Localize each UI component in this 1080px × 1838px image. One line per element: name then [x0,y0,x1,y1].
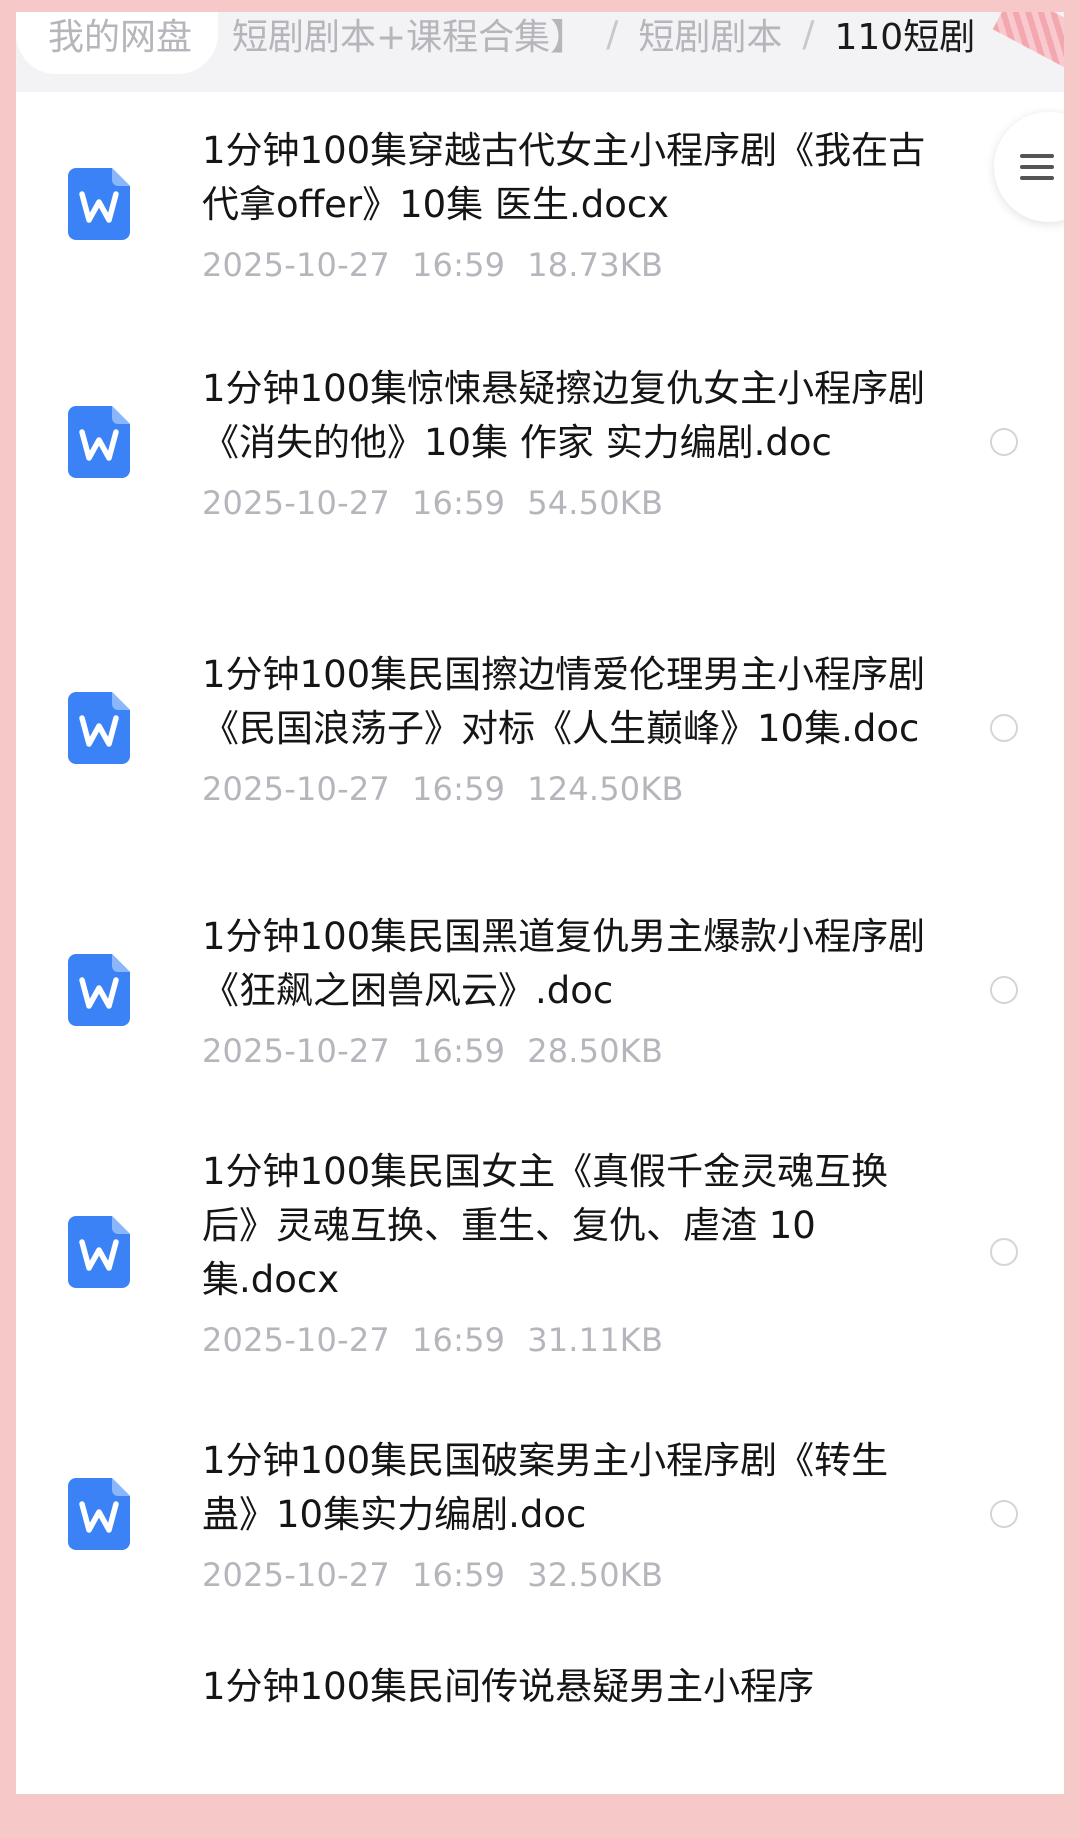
file-info: 1分钟100集民国女主《真假千金灵魂互换后》灵魂互换、重生、复仇、虐渣 10集.… [202,1145,942,1359]
app-frame: 我的网盘 短剧剧本+课程合集】 / 短剧剧本 / 110短剧 1分钟100集穿越… [16,12,1064,1794]
word-doc-icon [68,692,130,764]
breadcrumb-root[interactable]: 我的网盘 [16,12,219,74]
word-doc-icon [68,168,130,240]
file-size: 28.50KB [527,1032,664,1070]
file-time: 16:59 [411,484,506,522]
file-meta: 2025-10-27 16:59 32.50KB [202,1556,942,1594]
file-meta: 2025-10-27 16:59 124.50KB [202,770,942,808]
tape-decoration [992,12,1064,70]
file-date: 2025-10-27 [202,770,390,808]
file-info: 1分钟100集惊悚悬疑擦边复仇女主小程序剧《消失的他》10集 作家 实力编剧.d… [202,362,942,522]
file-info: 1分钟100集穿越古代女主小程序剧《我在古代拿offer》10集 医生.docx… [202,124,942,284]
file-meta: 2025-10-27 16:59 18.73KB [202,246,942,284]
file-meta: 2025-10-27 16:59 31.11KB [202,1321,942,1359]
radio-circle-icon[interactable] [990,1500,1018,1528]
radio-circle-icon[interactable] [990,714,1018,742]
file-meta: 2025-10-27 16:59 28.50KB [202,1032,942,1070]
file-info: 1分钟100集民国擦边情爱伦理男主小程序剧《民国浪荡子》对标《人生巅峰》10集.… [202,648,942,808]
breadcrumb-level1[interactable]: 短剧剧本+课程合集】 [218,12,600,60]
file-info: 1分钟100集民国黑道复仇男主爆款小程序剧《狂飙之困兽风云》.doc 2025-… [202,910,942,1070]
breadcrumb-level2[interactable]: 短剧剧本 [624,12,796,60]
file-info: 1分钟100集民国破案男主小程序剧《转生蛊》10集实力编剧.doc 2025-1… [202,1434,942,1594]
file-row[interactable]: 1分钟100集穿越古代女主小程序剧《我在古代拿offer》10集 医生.docx… [16,108,1064,300]
file-list: 1分钟100集穿越古代女主小程序剧《我在古代拿offer》10集 医生.docx… [16,108,1064,1772]
file-row[interactable]: 1分钟100集民国女主《真假千金灵魂互换后》灵魂互换、重生、复仇、虐渣 10集.… [16,1108,1064,1396]
file-date: 2025-10-27 [202,1321,390,1359]
file-meta: 2025-10-27 16:59 54.50KB [202,484,942,522]
file-name[interactable]: 1分钟100集民国黑道复仇男主爆款小程序剧《狂飙之困兽风云》.doc [202,910,942,1018]
file-date: 2025-10-27 [202,1032,390,1070]
breadcrumb-separator: / [606,13,619,55]
file-name[interactable]: 1分钟100集民国破案男主小程序剧《转生蛊》10集实力编剧.doc [202,1434,942,1542]
file-row[interactable]: 1分钟100集民国破案男主小程序剧《转生蛊》10集实力编剧.doc 2025-1… [16,1396,1064,1632]
file-name[interactable]: 1分钟100集民国擦边情爱伦理男主小程序剧《民国浪荡子》对标《人生巅峰》10集.… [202,648,942,756]
file-info: 1分钟100集民间传说悬疑男主小程序 [202,1660,942,1714]
file-size: 54.50KB [527,484,664,522]
file-size: 124.50KB [527,770,684,808]
radio-circle-icon[interactable] [990,976,1018,1004]
radio-circle-icon[interactable] [990,428,1018,456]
file-size: 31.11KB [527,1321,664,1359]
file-time: 16:59 [411,246,506,284]
file-date: 2025-10-27 [202,1556,390,1594]
radio-circle-icon[interactable] [990,1238,1018,1266]
word-doc-icon [68,954,130,1026]
file-name[interactable]: 1分钟100集民国女主《真假千金灵魂互换后》灵魂互换、重生、复仇、虐渣 10集.… [202,1145,942,1307]
breadcrumb-separator: / [802,13,815,55]
file-time: 16:59 [411,1321,506,1359]
file-name[interactable]: 1分钟100集穿越古代女主小程序剧《我在古代拿offer》10集 医生.docx [202,124,942,232]
file-time: 16:59 [411,1032,506,1070]
file-name[interactable]: 1分钟100集民间传说悬疑男主小程序 [202,1660,942,1714]
breadcrumb-current: 110短剧 [834,17,976,58]
file-row[interactable]: 1分钟100集惊悚悬疑擦边复仇女主小程序剧《消失的他》10集 作家 实力编剧.d… [16,300,1064,584]
file-size: 18.73KB [527,246,664,284]
file-name[interactable]: 1分钟100集惊悚悬疑擦边复仇女主小程序剧《消失的他》10集 作家 实力编剧.d… [202,362,942,470]
file-row[interactable]: 1分钟100集民间传说悬疑男主小程序 [16,1632,1064,1772]
file-row[interactable]: 1分钟100集民国黑道复仇男主爆款小程序剧《狂飙之困兽风云》.doc 2025-… [16,872,1064,1108]
file-time: 16:59 [411,770,506,808]
breadcrumb: 我的网盘 短剧剧本+课程合集】 / 短剧剧本 / 110短剧 [16,12,1064,92]
file-date: 2025-10-27 [202,484,390,522]
word-doc-icon [68,1478,130,1550]
word-doc-icon [68,1216,130,1288]
menu-icon [1020,147,1054,187]
file-size: 32.50KB [527,1556,664,1594]
file-date: 2025-10-27 [202,246,390,284]
file-row[interactable]: 1分钟100集民国擦边情爱伦理男主小程序剧《民国浪荡子》对标《人生巅峰》10集.… [16,584,1064,872]
file-time: 16:59 [411,1556,506,1594]
word-doc-icon [68,406,130,478]
